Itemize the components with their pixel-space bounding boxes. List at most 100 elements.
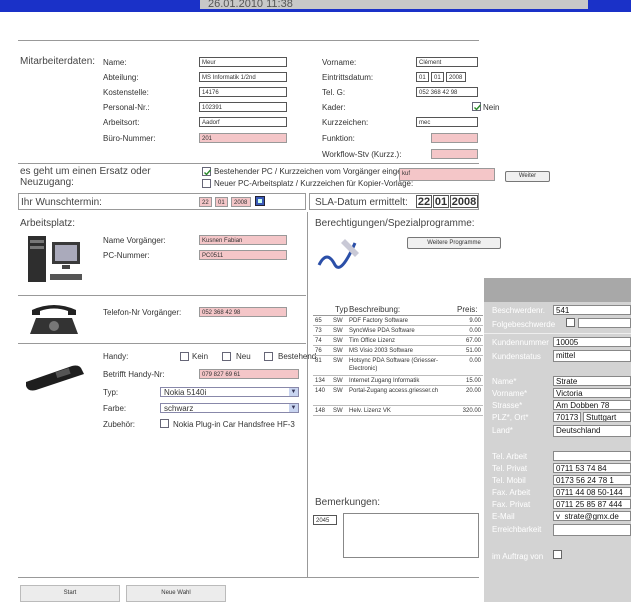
- office-number-label: Büro-Nummer:: [103, 134, 156, 143]
- column-header-description: Beschreibung:: [349, 305, 401, 314]
- mobile-none-checkbox[interactable]: [180, 352, 189, 361]
- customer-status-label: Kundenstatus: [492, 352, 541, 361]
- mobile-number-field[interactable]: 079 827 69 61: [199, 369, 299, 379]
- mobile-new-checkbox[interactable]: [222, 352, 231, 361]
- phone-type-label: Typ:: [103, 388, 119, 397]
- phone-color-select[interactable]: schwarz ▼: [160, 403, 299, 413]
- wish-day-field[interactable]: 22: [199, 197, 212, 207]
- follow-up-complaint-field[interactable]: [578, 318, 631, 328]
- next-button[interactable]: Weiter: [505, 171, 550, 182]
- private-fax-field[interactable]: 0711 25 85 87 444: [553, 499, 631, 509]
- new-selection-button[interactable]: Neue Wahl: [126, 585, 226, 602]
- zip-field[interactable]: 70173: [553, 412, 581, 422]
- row-description: Portal-Zugang access.griesser.ch: [349, 388, 439, 394]
- column-header-type: Typ: [335, 305, 348, 314]
- office-number-field[interactable]: 201: [199, 133, 287, 143]
- cost-center-field[interactable]: 14176: [199, 87, 287, 97]
- follow-up-complaint-checkbox[interactable]: [566, 318, 575, 327]
- manager-checkbox-label: Nein: [483, 103, 500, 112]
- country-field[interactable]: Deutschland: [553, 425, 631, 437]
- predecessor-name-field[interactable]: Kusnen Fabian: [199, 235, 287, 245]
- row-description: MS Visio 2003 Software: [349, 348, 413, 354]
- mobile-phone-field[interactable]: 0173 56 24 78 1: [553, 475, 631, 485]
- private-phone-label: Tel. Privat: [492, 464, 528, 473]
- phone-field[interactable]: 052 368 42 98: [416, 87, 478, 97]
- availability-field[interactable]: [553, 524, 631, 536]
- email-label: E-Mail: [492, 512, 515, 521]
- predecessor-phone-label: Telefon-Nr Vorgänger:: [103, 308, 182, 317]
- wish-date-label: Ihr Wunschtermin:: [21, 197, 102, 208]
- workflow-deputy-field[interactable]: [431, 149, 478, 159]
- row-type: SW: [333, 348, 343, 354]
- on-behalf-of-label: im Auftrag von: [492, 552, 544, 561]
- short-code-field[interactable]: mec: [416, 117, 478, 127]
- row-id: 134: [315, 378, 326, 384]
- customer-number-field[interactable]: 10005: [553, 337, 631, 347]
- work-phone-field[interactable]: [553, 451, 631, 461]
- divider: [18, 295, 306, 296]
- email-field[interactable]: v_strate@gmx.de: [553, 511, 631, 521]
- first-name-label: Vorname:: [322, 58, 357, 67]
- more-programs-button[interactable]: Weitere Programme: [407, 237, 501, 249]
- city-field[interactable]: Stuttgart: [583, 412, 631, 422]
- row-type: SW: [333, 388, 343, 394]
- zip-city-label: PLZ*, Ort*: [492, 413, 529, 422]
- divider: [18, 577, 479, 578]
- row-type: SW: [333, 328, 343, 334]
- panel-first-name-label: Vorname*: [492, 389, 528, 398]
- work-fax-field[interactable]: 0711 44 08 50-144: [553, 487, 631, 497]
- predecessor-phone-field[interactable]: 052 368 42 98: [199, 307, 287, 317]
- phone-label: Tel. G:: [322, 88, 346, 97]
- customer-status-field[interactable]: mittel: [553, 350, 631, 362]
- row-description: Tim Office Lizenz: [349, 338, 396, 344]
- mobile-existing-checkbox[interactable]: [264, 352, 273, 361]
- accessory-checkbox[interactable]: [160, 419, 169, 428]
- entry-month-field[interactable]: 01: [431, 72, 444, 82]
- street-field[interactable]: Am Dobben 78: [553, 400, 631, 410]
- work-location-field[interactable]: Aadorf: [199, 117, 287, 127]
- pc-number-field[interactable]: PC0511: [199, 250, 287, 260]
- workflow-deputy-label: Workflow-Stv (Kurzz.):: [322, 150, 402, 159]
- mobile-phone-label: Tel. Mobil: [492, 476, 526, 485]
- employee-section-label: Mitarbeiterdaten:: [20, 56, 96, 67]
- predecessor-code-field[interactable]: kuf: [399, 168, 495, 181]
- entry-day-field[interactable]: 01: [416, 72, 429, 82]
- private-fax-label: Fax. Privat: [492, 500, 531, 509]
- row-price: 320.00: [462, 408, 481, 414]
- new-pc-checkbox[interactable]: [202, 179, 211, 188]
- entry-year-field[interactable]: 2008: [446, 72, 466, 82]
- personnel-number-field[interactable]: 102391: [199, 102, 287, 112]
- first-name-field[interactable]: Clément: [416, 57, 478, 67]
- country-label: Land*: [492, 426, 513, 435]
- private-phone-field[interactable]: 0711 53 74 84: [553, 463, 631, 473]
- sla-month: 01: [433, 195, 449, 208]
- sla-day: 22: [416, 195, 432, 208]
- existing-pc-label: Bestehender PC / Kurzzeichen vom Vorgäng…: [214, 167, 418, 176]
- accessory-value: Nokia Plug-in Car Handsfree HF-3: [173, 420, 295, 429]
- permissions-section-label: Berechtigungen/Spezialprogramme:: [315, 218, 475, 229]
- start-button[interactable]: Start: [20, 585, 120, 602]
- table-row: 76 SW MS Visio 2003 Software 51.00: [313, 346, 483, 356]
- last-name-field[interactable]: Strate: [553, 376, 631, 386]
- row-id: 73: [315, 328, 322, 334]
- remarks-textarea[interactable]: [343, 513, 479, 558]
- function-field[interactable]: [431, 133, 478, 143]
- remarks-id: 2045: [313, 515, 337, 525]
- wish-year-field[interactable]: 2008: [231, 197, 251, 207]
- work-location-label: Arbeitsort:: [103, 118, 140, 127]
- department-field[interactable]: MS Informatik 1/2nd: [199, 72, 287, 82]
- wish-month-field[interactable]: 01: [215, 197, 228, 207]
- row-type: SW: [333, 378, 343, 384]
- on-behalf-of-checkbox[interactable]: [553, 550, 562, 559]
- availability-label: Erreichbarkeit: [492, 525, 542, 534]
- complaint-number-field[interactable]: 541: [553, 305, 631, 315]
- mobile-label: Handy:: [103, 352, 129, 361]
- calendar-icon[interactable]: [255, 196, 265, 206]
- chevron-down-icon: ▼: [289, 388, 298, 396]
- row-description: SyncWise PDA Software: [349, 328, 415, 334]
- panel-first-name-field[interactable]: Victoria: [553, 388, 631, 398]
- manager-checkbox[interactable]: [472, 102, 482, 111]
- existing-pc-checkbox[interactable]: [202, 167, 212, 176]
- phone-type-select[interactable]: Nokia 5140i ▼: [160, 387, 299, 397]
- name-field[interactable]: Meur: [199, 57, 287, 67]
